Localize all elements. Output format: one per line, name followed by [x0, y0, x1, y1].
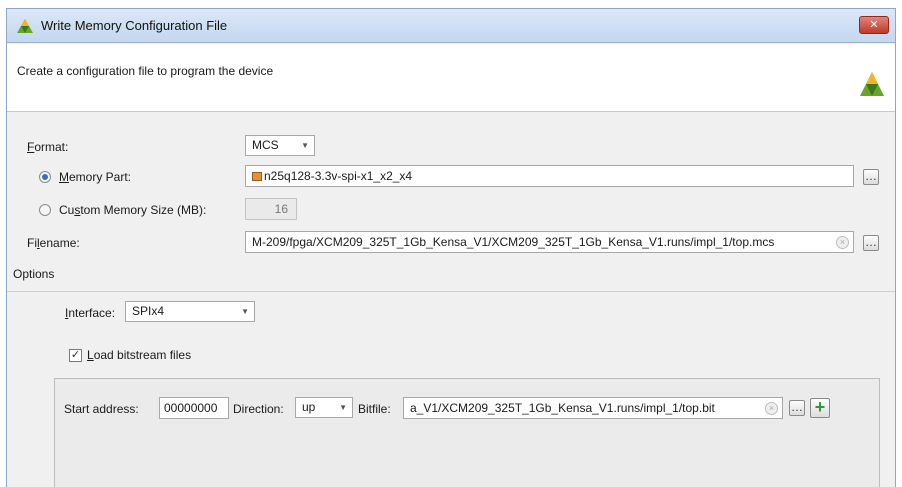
dialog-header: Create a configuration file to program t… — [7, 44, 895, 112]
direction-dropdown-value: up — [302, 400, 316, 414]
format-dropdown[interactable]: MCS ▼ — [245, 135, 315, 156]
vivado-logo-icon — [17, 19, 33, 33]
add-bitfile-button[interactable]: + — [810, 398, 830, 418]
direction-dropdown[interactable]: up ▼ — [295, 397, 353, 418]
filename-clear-icon[interactable]: × — [836, 236, 849, 249]
interface-label: Interface: — [65, 306, 116, 320]
interface-dropdown[interactable]: SPIx4 ▼ — [125, 301, 255, 322]
memory-part-value: n25q128-3.3v-spi-x1_x2_x4 — [264, 169, 413, 183]
close-button[interactable]: ✕ — [859, 16, 889, 34]
memory-part-browse-button[interactable]: … — [863, 169, 879, 185]
memory-chip-icon — [252, 172, 262, 181]
format-dropdown-value: MCS — [252, 138, 279, 152]
filename-label: Filename: — [27, 236, 80, 250]
format-label: Format: — [27, 140, 69, 154]
options-section-label: Options — [13, 267, 55, 281]
bitfile-field[interactable]: a_V1/XCM209_325T_1Gb_Kensa_V1.runs/impl_… — [403, 397, 783, 419]
load-bitstream-checkbox[interactable]: ✓ — [69, 349, 82, 362]
dialog-description: Create a configuration file to program t… — [17, 64, 274, 78]
load-bitstream-label: Load bitstream files — [87, 348, 192, 362]
interface-dropdown-value: SPIx4 — [132, 304, 165, 318]
chevron-down-icon: ▼ — [339, 403, 347, 412]
title-bar[interactable]: Write Memory Configuration File ✕ — [7, 9, 895, 43]
memory-part-label: Memory Part: — [59, 170, 132, 184]
filename-value: M-209/fpga/XCM209_325T_1Gb_Kensa_V1/XCM2… — [252, 235, 775, 249]
chevron-down-icon: ▼ — [241, 307, 249, 316]
chevron-down-icon: ▼ — [301, 141, 309, 150]
custom-memory-label: Custom Memory Size (MB): — [59, 203, 207, 217]
filename-field[interactable]: M-209/fpga/XCM209_325T_1Gb_Kensa_V1/XCM2… — [245, 231, 854, 253]
window-title: Write Memory Configuration File — [41, 18, 228, 33]
custom-memory-radio[interactable] — [39, 204, 51, 216]
bitfile-clear-icon[interactable]: × — [765, 402, 778, 415]
options-divider — [7, 291, 895, 292]
bitstream-panel: Start address: 00000000 Direction: up ▼ … — [54, 378, 880, 487]
vivado-brand-icon — [860, 72, 884, 96]
bitfile-value: a_V1/XCM209_325T_1Gb_Kensa_V1.runs/impl_… — [410, 401, 715, 415]
direction-label: Direction: — [233, 402, 284, 416]
memory-part-field[interactable]: n25q128-3.3v-spi-x1_x2_x4 — [245, 165, 854, 187]
memory-part-radio[interactable] — [39, 171, 51, 183]
start-address-label: Start address: — [64, 402, 139, 416]
dialog-window: Write Memory Configuration File ✕ Create… — [6, 8, 896, 487]
start-address-field[interactable]: 00000000 — [159, 397, 229, 419]
bitfile-label: Bitfile: — [358, 402, 391, 416]
bitfile-browse-button[interactable]: … — [789, 400, 805, 416]
filename-browse-button[interactable]: … — [863, 235, 879, 251]
custom-memory-size-field[interactable]: 16 — [245, 198, 297, 220]
